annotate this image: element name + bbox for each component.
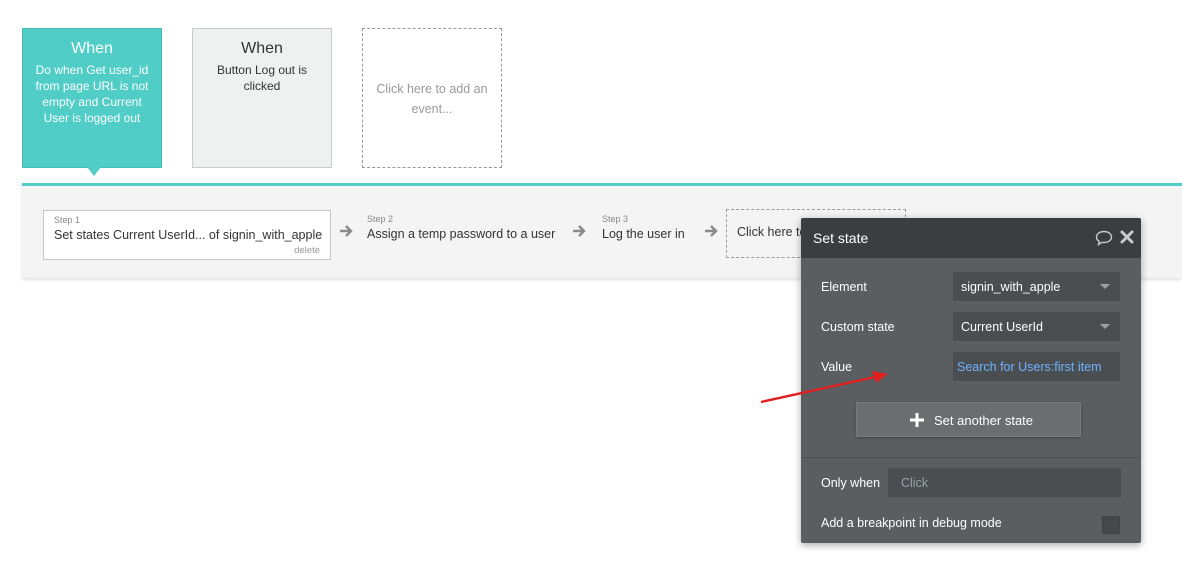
only-when-placeholder: Click <box>901 476 929 490</box>
delete-step-link[interactable]: delete <box>294 245 320 256</box>
chevron-down-icon <box>1100 324 1110 329</box>
arrow-right-icon <box>340 225 353 237</box>
add-event-label: Click here to add an event... <box>376 82 488 116</box>
event-card-page-load[interactable]: When Do when Get user_id from page URL i… <box>22 28 162 176</box>
comment-icon[interactable] <box>1095 230 1113 246</box>
step-3[interactable]: Step 3 Log the user in <box>592 210 692 260</box>
close-icon[interactable] <box>1119 229 1135 245</box>
value-expression[interactable]: Search for Users:first item <box>957 360 1101 374</box>
chevron-down-icon <box>1100 284 1110 289</box>
panel-title: Set state <box>813 230 869 246</box>
custom-state-dropdown[interactable]: Current UserId <box>953 312 1120 341</box>
arrow-right-icon <box>705 225 718 237</box>
add-step-label: Click here to <box>737 225 807 239</box>
selected-pointer <box>87 167 101 176</box>
only-when-field[interactable]: Click <box>888 468 1121 497</box>
event-description: Do when Get user_id from page URL is not… <box>35 63 149 125</box>
panel-header: Set state <box>801 218 1141 258</box>
step-text: Assign a temp password to a user <box>367 227 556 241</box>
step-text: Set states Current UserId... of signin_w… <box>54 228 323 242</box>
set-another-state-label: Set another state <box>934 413 1034 428</box>
breakpoint-label: Add a breakpoint in debug mode <box>821 516 1002 530</box>
custom-state-value: Current UserId <box>961 320 1043 334</box>
event-title: When <box>241 40 283 57</box>
element-dropdown[interactable]: signin_with_apple <box>953 272 1120 301</box>
value-expression-field[interactable]: Search for Users:first item <box>953 352 1120 381</box>
breakpoint-checkbox[interactable] <box>1102 516 1120 534</box>
step-label: Step 3 <box>602 214 629 224</box>
only-when-label: Only when <box>821 476 881 490</box>
event-description: Button Log out is clicked <box>216 63 308 93</box>
arrow-right-icon <box>573 225 586 237</box>
divider <box>801 457 1141 458</box>
annotation-arrow-icon <box>760 371 888 404</box>
step-1[interactable]: Step 1 Set states Current UserId... of s… <box>43 210 331 260</box>
event-card-logout[interactable]: When Button Log out is clicked <box>192 28 332 168</box>
step-2[interactable]: Step 2 Assign a temp password to a user <box>357 210 557 260</box>
add-event-card[interactable]: Click here to add an event... <box>362 28 502 168</box>
element-label: Element <box>821 280 867 294</box>
step-text: Log the user in <box>602 227 685 241</box>
element-value: signin_with_apple <box>961 280 1061 294</box>
custom-state-label: Custom state <box>821 320 895 334</box>
step-label: Step 2 <box>367 214 394 224</box>
plus-icon <box>910 413 924 427</box>
step-label: Step 1 <box>54 215 81 225</box>
event-title: When <box>71 40 113 57</box>
